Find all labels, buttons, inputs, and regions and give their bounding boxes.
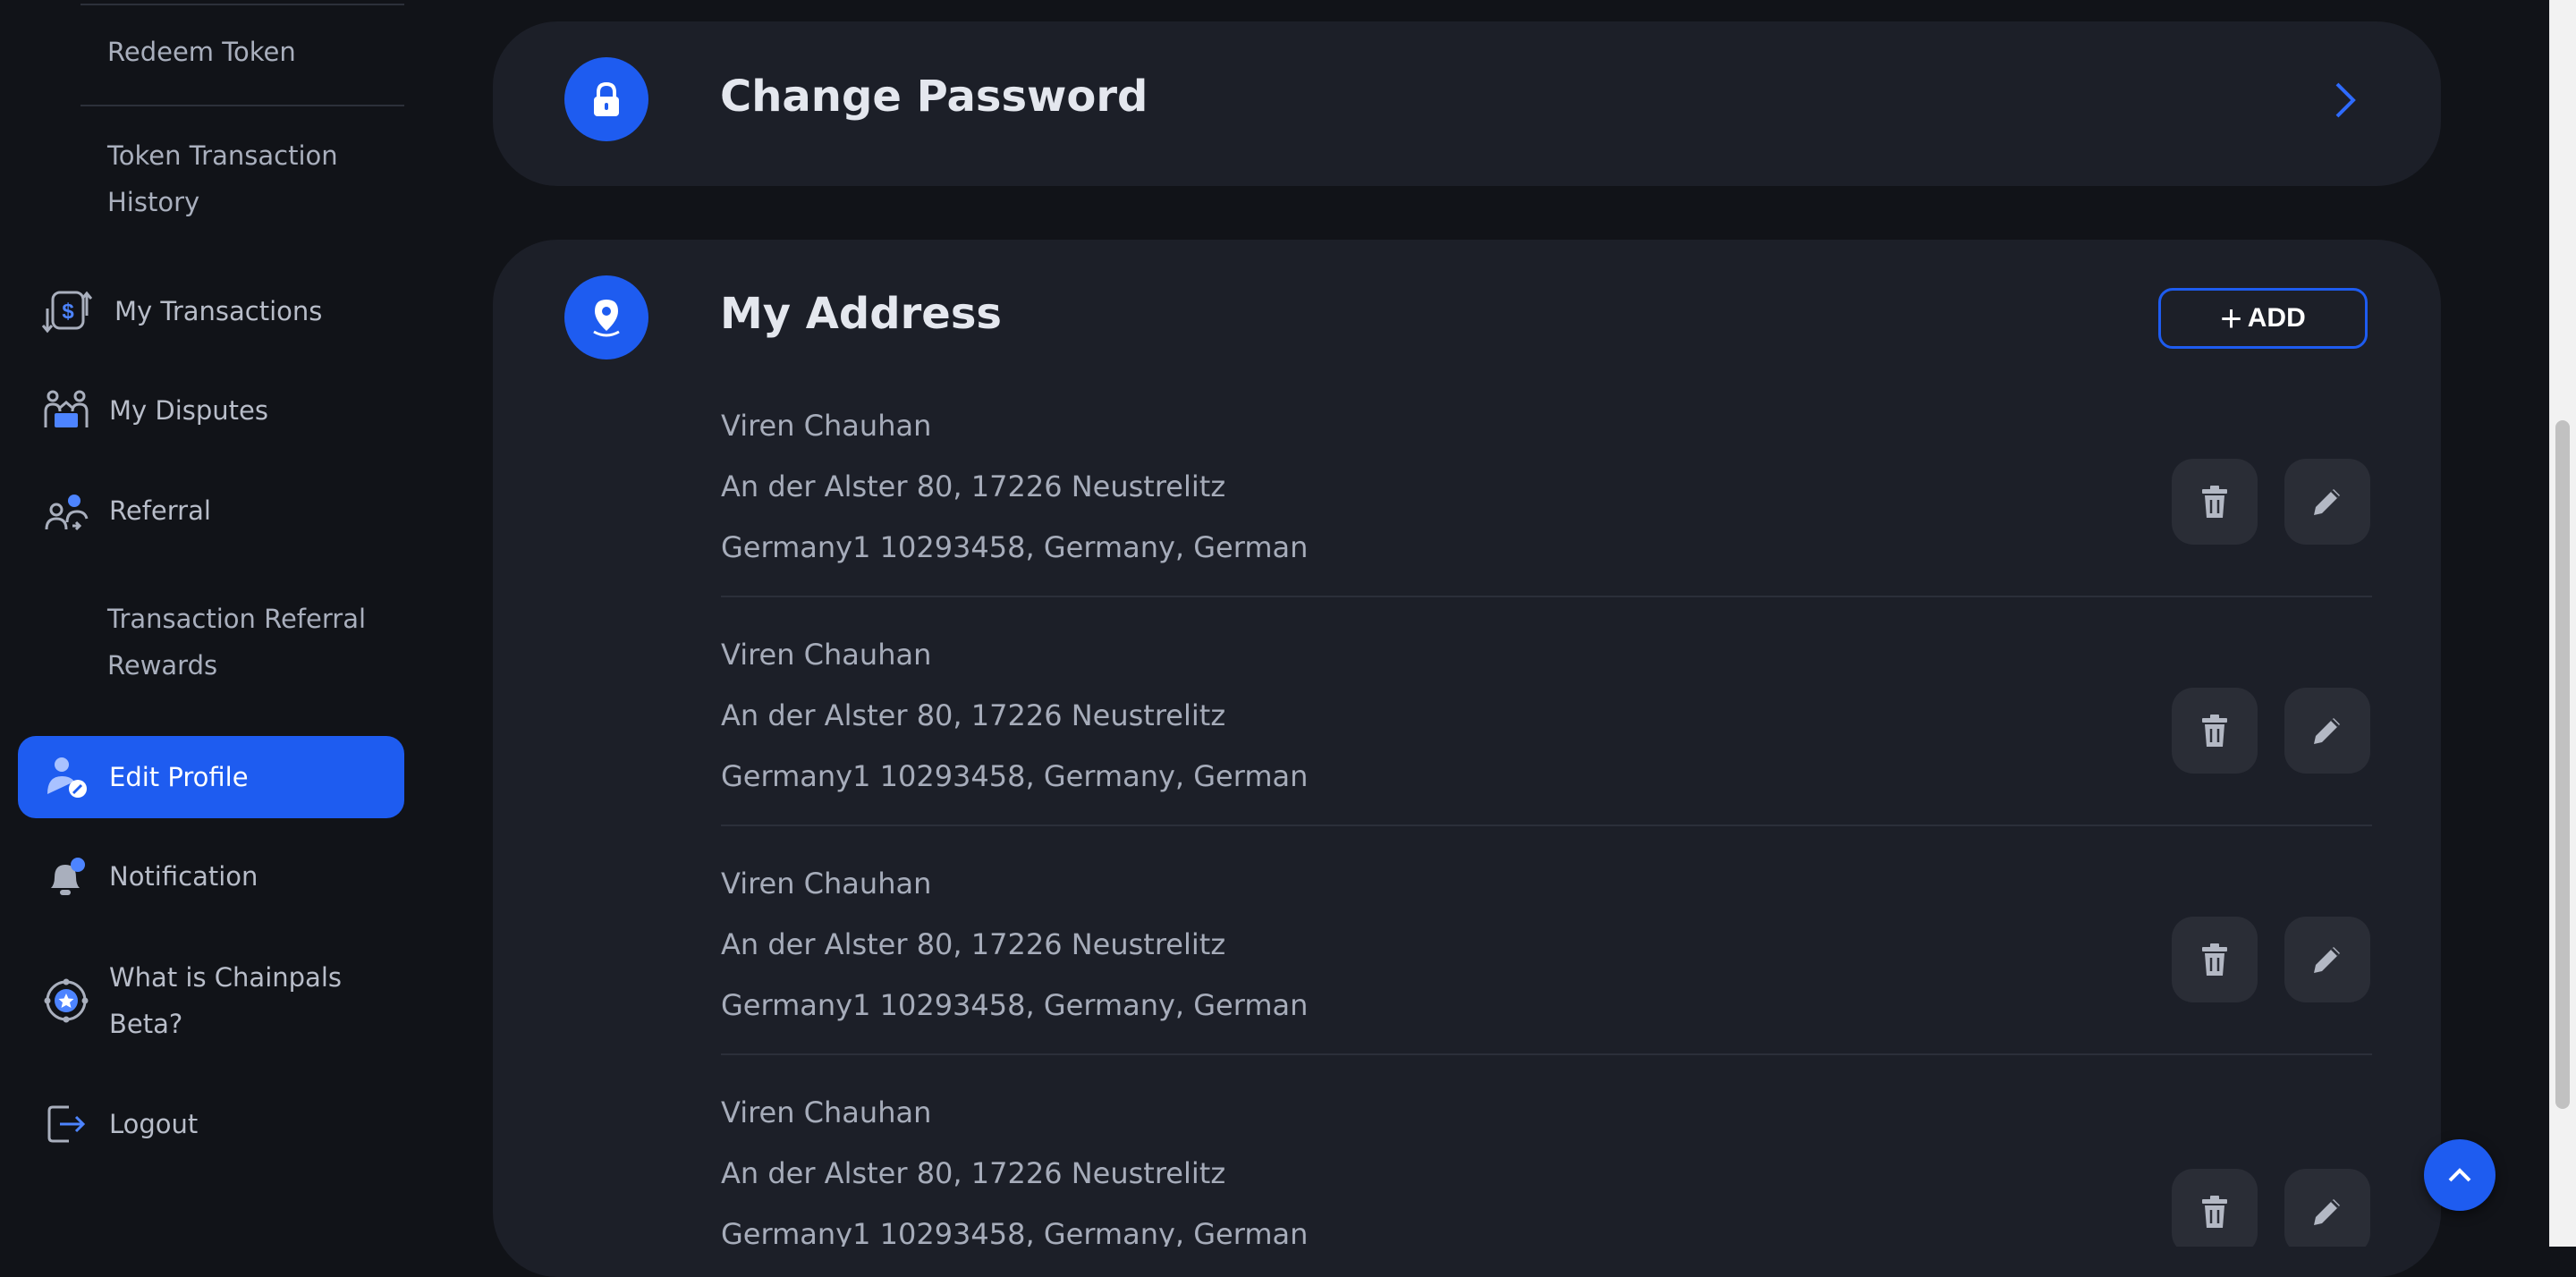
scroll-to-top-button[interactable] (2424, 1139, 2496, 1211)
trash-icon (2202, 486, 2227, 518)
delete-address-button[interactable] (2172, 459, 2258, 545)
address-street: An der Alster 80, 17226 Neustrelitz (721, 1156, 1226, 1190)
disputes-icon (39, 384, 93, 437)
address-region: Germany1 10293458, Germany, German (721, 988, 1309, 1022)
sidebar-item-label: What is Chainpals Beta? (109, 954, 342, 1047)
address-street: An der Alster 80, 17226 Neustrelitz (721, 698, 1226, 732)
sidebar-item-label: Notification (109, 861, 258, 892)
row-divider (721, 825, 2372, 826)
address-name: Viren Chauhan (721, 409, 932, 443)
edit-address-button[interactable] (2284, 1169, 2370, 1247)
sidebar-divider (80, 4, 404, 5)
trash-icon (2202, 943, 2227, 976)
bell-icon (39, 850, 93, 903)
address-entry: Viren Chauhan An der Alster 80, 17226 Ne… (721, 865, 2372, 1056)
sidebar-item-label: Referral (109, 495, 211, 526)
trash-icon (2202, 1196, 2227, 1228)
sidebar-item-label: Logout (109, 1109, 199, 1139)
address-region: Germany1 10293458, Germany, German (721, 530, 1309, 564)
scrollbar-thumb[interactable] (2555, 420, 2570, 1109)
plus-icon: + (2220, 297, 2242, 339)
address-name: Viren Chauhan (721, 867, 932, 901)
address-entry: Viren Chauhan An der Alster 80, 17226 Ne… (721, 1094, 2372, 1247)
sidebar-item-my-transactions[interactable]: $ My Transactions (18, 270, 404, 352)
sidebar-item-referral[interactable]: Referral (18, 469, 404, 552)
add-address-label: ADD (2247, 303, 2306, 333)
address-entry: Viren Chauhan An der Alster 80, 17226 Ne… (721, 407, 2372, 598)
sidebar-item-label: Redeem Token (107, 37, 296, 67)
address-name: Viren Chauhan (721, 1095, 932, 1129)
logout-icon (39, 1097, 93, 1151)
location-pin-icon (564, 275, 648, 359)
pencil-icon (2314, 718, 2340, 744)
edit-profile-icon (39, 750, 93, 804)
address-street: An der Alster 80, 17226 Neustrelitz (721, 469, 1226, 503)
sidebar-item-label: Token Transaction (107, 140, 338, 171)
change-password-card[interactable]: Change Password (493, 21, 2441, 186)
sidebar-item-what-is-chainpals[interactable]: What is Chainpals Beta? (18, 959, 404, 1043)
sidebar-item-notification[interactable]: Notification (18, 835, 404, 918)
sidebar-item-edit-profile[interactable]: Edit Profile (18, 736, 404, 818)
trash-icon (2202, 715, 2227, 747)
change-password-title: Change Password (720, 72, 1148, 122)
delete-address-button[interactable] (2172, 917, 2258, 1002)
edit-address-button[interactable] (2284, 459, 2370, 545)
pencil-icon (2314, 947, 2340, 973)
add-address-button[interactable]: + ADD (2158, 288, 2368, 349)
address-entry: Viren Chauhan An der Alster 80, 17226 Ne… (721, 636, 2372, 827)
page-scrollbar[interactable] (2549, 0, 2576, 1247)
sidebar-item-label-line: What is Chainpals (109, 962, 342, 993)
sidebar-item-token-transaction-history[interactable]: Token Transaction History (107, 132, 411, 225)
address-name: Viren Chauhan (721, 638, 932, 672)
sidebar-item-logout[interactable]: Logout (18, 1083, 404, 1165)
edit-address-button[interactable] (2284, 688, 2370, 774)
referral-icon (39, 484, 93, 537)
delete-address-button[interactable] (2172, 1169, 2258, 1247)
delete-address-button[interactable] (2172, 688, 2258, 774)
svg-text:$: $ (62, 300, 74, 324)
pencil-icon (2314, 1199, 2340, 1225)
edit-address-button[interactable] (2284, 917, 2370, 1002)
chainpals-badge-icon (39, 974, 93, 1028)
sidebar-item-redeem-token[interactable]: Redeem Token (107, 29, 411, 75)
sidebar-item-label: Rewards (107, 650, 218, 681)
sidebar-item-label: Transaction Referral (107, 604, 367, 634)
chevron-right-icon[interactable] (2332, 79, 2359, 125)
sidebar-item-label: My Transactions (114, 296, 323, 326)
pencil-icon (2314, 489, 2340, 515)
sidebar-item-label: Edit Profile (109, 762, 249, 792)
sidebar-item-label: My Disputes (109, 395, 269, 426)
transactions-icon: $ (39, 284, 93, 338)
row-divider (721, 596, 2372, 597)
chevron-up-icon (2448, 1168, 2471, 1182)
sidebar-divider (80, 105, 404, 106)
row-divider (721, 1053, 2372, 1055)
lock-icon (564, 57, 648, 141)
sidebar-item-my-disputes[interactable]: My Disputes (18, 369, 404, 452)
address-street: An der Alster 80, 17226 Neustrelitz (721, 927, 1226, 961)
sidebar-item-label: History (107, 187, 200, 217)
address-region: Germany1 10293458, Germany, German (721, 759, 1309, 793)
sidebar-item-label-line: Beta? (109, 1009, 183, 1039)
sidebar-item-transaction-referral-rewards[interactable]: Transaction Referral Rewards (107, 596, 411, 689)
sidebar: Redeem Token Token Transaction History $… (0, 0, 420, 1247)
my-address-title: My Address (720, 289, 1002, 339)
address-region: Germany1 10293458, Germany, German (721, 1217, 1309, 1247)
